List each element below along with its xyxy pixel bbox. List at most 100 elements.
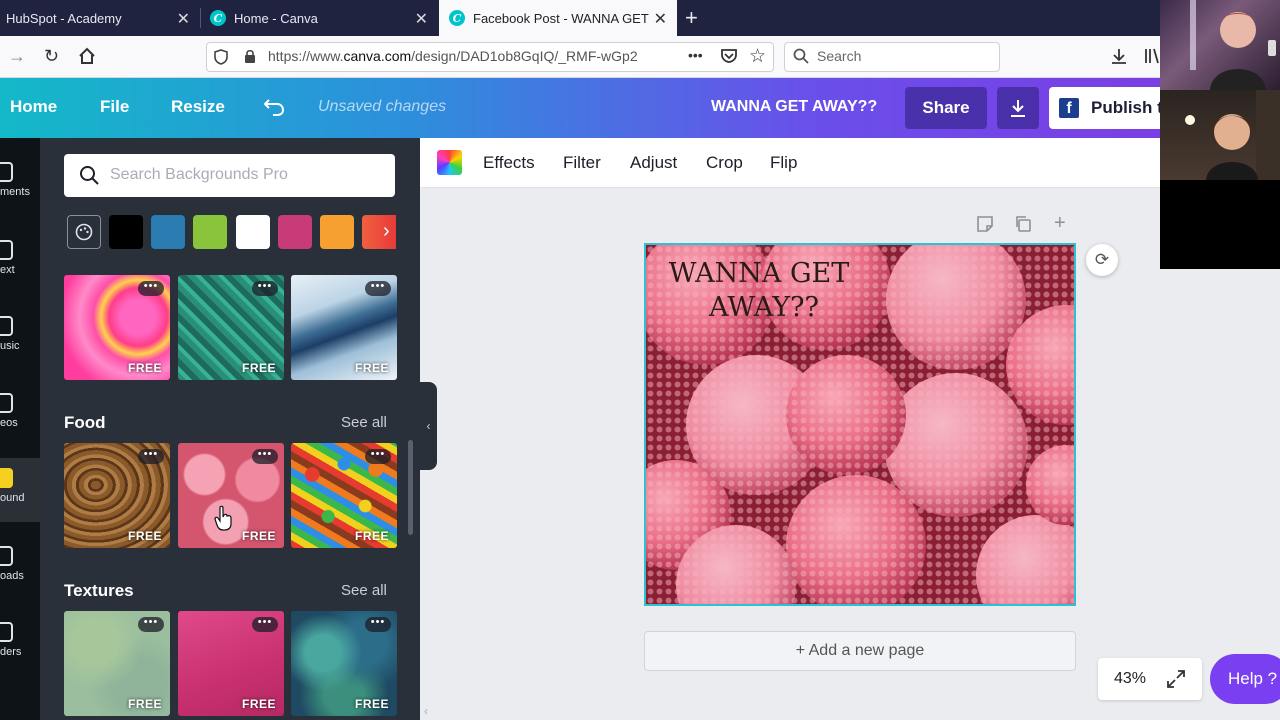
design-page[interactable]: WANNA GET AWAY?? (644, 243, 1076, 606)
background-thumbnail-candy[interactable]: ••• FREE (291, 443, 397, 548)
textures-see-all-link[interactable]: See all (341, 582, 387, 599)
tab-title: HubSpot - Academy (6, 10, 122, 26)
fullscreen-icon[interactable] (1166, 669, 1186, 694)
rail-item-elements[interactable]: ments (0, 162, 40, 212)
food-section-title: Food (64, 413, 106, 432)
help-button[interactable]: Help ? (1210, 654, 1280, 704)
close-tab-icon[interactable]: ✕ (415, 9, 428, 29)
webcam-tile-3 (1160, 180, 1280, 269)
url-text[interactable]: https://www.canva.com/design/DAD1ob8GqIQ… (268, 48, 652, 64)
adjust-button[interactable]: Adjust (630, 153, 677, 173)
chevron-right-icon[interactable]: › (383, 220, 390, 243)
webcam-tile-2 (1160, 90, 1280, 180)
more-options-icon[interactable]: ••• (365, 281, 391, 296)
unsaved-changes-status: Unsaved changes (318, 98, 447, 115)
more-options-icon[interactable]: ••• (138, 449, 164, 464)
new-tab-button[interactable]: + (685, 5, 698, 31)
color-swatch-orange[interactable] (320, 215, 354, 249)
color-palette-button[interactable] (67, 215, 101, 249)
browser-tab-hubspot[interactable]: HubSpot - Academy ✕ (0, 0, 200, 36)
browser-tab-facebook-post[interactable]: C Facebook Post - WANNA GET A ✕ (439, 0, 677, 36)
zoom-level[interactable]: 43% (1114, 670, 1146, 688)
color-swatch-green[interactable] (193, 215, 227, 249)
scroll-left-icon[interactable]: ‹ (424, 704, 428, 718)
browser-search-placeholder: Search (817, 48, 862, 64)
home-menu-button[interactable]: Home (10, 97, 57, 117)
page-actions-icon[interactable]: ••• (688, 47, 703, 63)
browser-tab-canva-home[interactable]: C Home - Canva ✕ (200, 0, 438, 36)
forward-icon[interactable]: → (8, 46, 26, 67)
background-thumbnail-teal-watercolor[interactable]: ••• FREE (291, 611, 397, 716)
filter-button[interactable]: Filter (563, 153, 601, 173)
rail-item-music[interactable]: usic (0, 316, 40, 366)
background-thumbnail-pink-swirl[interactable]: ••• FREE (64, 275, 170, 380)
color-swatch-magenta[interactable] (278, 215, 312, 249)
document-title[interactable]: WANNA GET AWAY?? (711, 98, 877, 116)
duplicate-page-icon[interactable] (1014, 215, 1032, 238)
webcam-person-image (1190, 0, 1276, 90)
color-swatch-red[interactable] (362, 215, 396, 249)
food-see-all-link[interactable]: See all (341, 414, 387, 431)
background-thumbnail-pecans[interactable]: ••• FREE (64, 443, 170, 548)
color-swatch-black[interactable] (109, 215, 143, 249)
more-options-icon[interactable]: ••• (252, 617, 278, 632)
color-picker-button[interactable] (437, 150, 462, 175)
bookmark-star-icon[interactable]: ☆ (749, 45, 766, 68)
more-options-icon[interactable]: ••• (365, 617, 391, 632)
url-path: /design/DAD1ob8GqIQ/_RMF-wGp2 (411, 48, 638, 64)
color-swatch-blue[interactable] (151, 215, 185, 249)
publish-label: Publish t (1091, 98, 1163, 117)
color-swatch-white[interactable] (236, 215, 270, 249)
reload-icon[interactable]: ↻ (44, 46, 59, 67)
pocket-icon[interactable] (720, 48, 738, 69)
add-page-icon[interactable]: + (1054, 212, 1066, 235)
rail-item-folders[interactable]: ders (0, 622, 40, 672)
file-menu-button[interactable]: File (100, 97, 129, 117)
free-badge: FREE (127, 361, 162, 375)
rotate-handle-icon[interactable]: ⟳ (1086, 244, 1118, 276)
free-badge: FREE (241, 361, 276, 375)
rail-label: ders (0, 646, 22, 658)
rail-item-videos[interactable]: eos (0, 393, 40, 443)
more-options-icon[interactable]: ••• (138, 281, 164, 296)
text-icon (0, 240, 13, 260)
background-thumbnail-green-geometric[interactable]: ••• FREE (178, 275, 284, 380)
tab-title: Facebook Post - WANNA GET A (473, 10, 651, 26)
lock-icon[interactable] (244, 49, 256, 69)
rail-label: ments (0, 186, 30, 198)
rail-item-background[interactable]: ound (0, 458, 40, 522)
uploads-icon (0, 546, 13, 566)
download-button[interactable] (997, 87, 1039, 129)
more-options-icon[interactable]: ••• (252, 449, 278, 464)
background-thumbnail-blue-ink[interactable]: ••• FREE (291, 275, 397, 380)
tab-title: Home - Canva (234, 10, 318, 26)
background-thumbnail-green-watercolor[interactable]: ••• FREE (64, 611, 170, 716)
flip-button[interactable]: Flip (770, 153, 797, 173)
share-button[interactable]: Share (905, 87, 987, 129)
more-options-icon[interactable]: ••• (365, 449, 391, 464)
background-thumbnail-pink-leather[interactable]: ••• FREE (178, 611, 284, 716)
home-icon[interactable] (78, 47, 96, 70)
add-note-icon[interactable] (976, 215, 994, 238)
headline-line-1: WANNA GET (668, 258, 850, 289)
more-options-icon[interactable]: ••• (138, 617, 164, 632)
resize-menu-button[interactable]: Resize (171, 97, 225, 117)
close-tab-icon[interactable]: ✕ (177, 9, 190, 29)
panel-scrollbar[interactable] (408, 440, 413, 535)
more-options-icon[interactable]: ••• (252, 281, 278, 296)
undo-icon[interactable] (263, 97, 285, 122)
effects-button[interactable]: Effects (483, 153, 535, 173)
rail-item-text[interactable]: ext (0, 240, 40, 290)
add-new-page-button[interactable]: + Add a new page (644, 631, 1076, 671)
collapse-panel-button[interactable]: ‹ (420, 382, 437, 470)
shield-icon[interactable] (214, 49, 228, 70)
design-headline-text[interactable]: WANNA GET AWAY?? (654, 257, 864, 325)
canva-favicon-icon: C (210, 10, 226, 26)
crop-button[interactable]: Crop (706, 153, 743, 173)
library-icon[interactable] (1144, 47, 1160, 70)
download-icon[interactable] (1110, 47, 1128, 70)
rail-item-uploads[interactable]: oads (0, 546, 40, 596)
close-tab-icon[interactable]: ✕ (654, 9, 667, 29)
elements-icon (0, 162, 13, 182)
url-prefix: https://www. (268, 48, 344, 64)
